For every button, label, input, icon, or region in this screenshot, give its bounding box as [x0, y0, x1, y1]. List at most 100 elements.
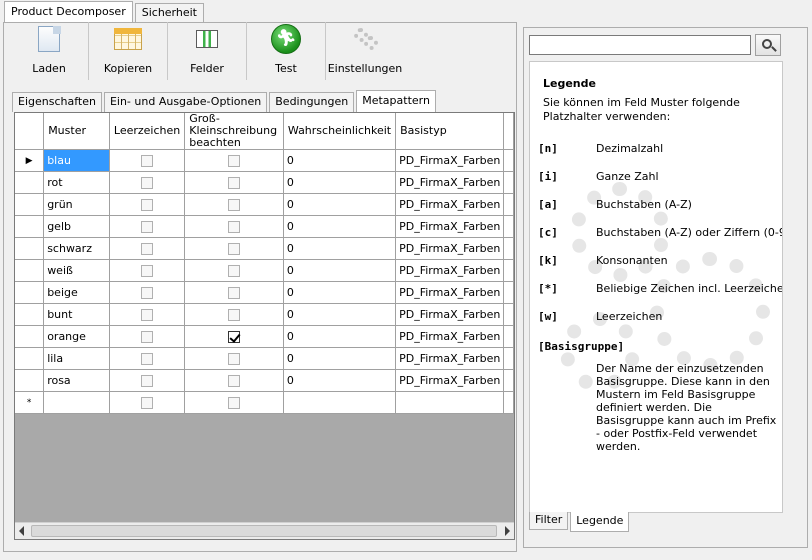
cell-gross-klein[interactable] [184, 369, 284, 392]
cell-basistyp[interactable]: PD_FirmaX_Farben [395, 193, 505, 216]
cell-basistyp[interactable]: PD_FirmaX_Farben [395, 369, 505, 392]
column-header-muster[interactable]: Muster [43, 113, 110, 150]
cell-extra[interactable] [503, 281, 514, 304]
table-row[interactable]: weiß 0 PD_FirmaX_Farben [15, 259, 514, 282]
leerzeichen-checkbox[interactable] [141, 243, 154, 255]
cell-basistyp[interactable]: PD_FirmaX_Farben [395, 303, 505, 326]
column-header-extra[interactable] [503, 113, 514, 150]
cell-leerzeichen[interactable] [109, 259, 186, 282]
cell-extra[interactable] [503, 259, 514, 282]
gross-klein-checkbox[interactable] [228, 155, 241, 167]
cell-wahrscheinlichkeit[interactable]: 0 [283, 325, 397, 348]
cell-extra[interactable] [503, 303, 514, 326]
cell-basistyp[interactable]: PD_FirmaX_Farben [395, 149, 505, 172]
leerzeichen-checkbox[interactable] [141, 265, 154, 277]
table-row[interactable]: bunt 0 PD_FirmaX_Farben [15, 303, 514, 326]
row-header[interactable] [15, 259, 45, 282]
cell-leerzeichen[interactable] [109, 149, 186, 172]
cell-gross-klein[interactable] [184, 391, 284, 414]
cell-muster[interactable]: grün [43, 193, 110, 216]
cell-gross-klein[interactable] [184, 281, 284, 304]
column-header-basistyp[interactable]: Basistyp [395, 113, 505, 150]
gross-klein-checkbox[interactable] [228, 309, 241, 321]
leerzeichen-checkbox[interactable] [141, 155, 154, 167]
cell-gross-klein[interactable] [184, 215, 284, 238]
cell-leerzeichen[interactable] [109, 325, 186, 348]
cell-basistyp[interactable]: PD_FirmaX_Farben [395, 325, 505, 348]
row-header[interactable] [15, 215, 45, 238]
row-header[interactable] [15, 193, 45, 216]
gross-klein-checkbox[interactable] [228, 265, 241, 277]
row-header[interactable] [15, 325, 45, 348]
table-row[interactable]: ▶ blau 0 PD_FirmaX_Farben [15, 149, 514, 172]
cell-leerzeichen[interactable] [109, 237, 186, 260]
cell-muster[interactable]: orange [43, 325, 110, 348]
cell-wahrscheinlichkeit[interactable]: 0 [283, 347, 397, 370]
cell-muster[interactable]: weiß [43, 259, 110, 282]
cell-wahrscheinlichkeit[interactable] [283, 391, 397, 414]
cell-wahrscheinlichkeit[interactable]: 0 [283, 259, 397, 282]
cell-leerzeichen[interactable] [109, 215, 186, 238]
search-button[interactable] [755, 34, 781, 56]
table-row[interactable]: beige 0 PD_FirmaX_Farben [15, 281, 514, 304]
laden-button[interactable]: Laden [10, 20, 88, 92]
cell-leerzeichen[interactable] [109, 171, 186, 194]
cell-gross-klein[interactable] [184, 237, 284, 260]
cell-extra[interactable] [503, 391, 514, 414]
row-header[interactable] [15, 281, 45, 304]
cell-basistyp[interactable]: PD_FirmaX_Farben [395, 215, 505, 238]
leerzeichen-checkbox[interactable] [141, 397, 154, 409]
gross-klein-checkbox[interactable] [228, 375, 241, 387]
gross-klein-checkbox[interactable] [228, 287, 241, 299]
row-header[interactable] [15, 171, 45, 194]
scroll-thumb[interactable] [31, 525, 497, 537]
new-row-marker[interactable]: * [15, 391, 45, 414]
leerzeichen-checkbox[interactable] [141, 221, 154, 233]
gross-klein-checkbox[interactable] [228, 177, 241, 189]
cell-leerzeichen[interactable] [109, 303, 186, 326]
cell-basistyp[interactable]: PD_FirmaX_Farben [395, 347, 505, 370]
cell-basistyp[interactable]: PD_FirmaX_Farben [395, 281, 505, 304]
cell-wahrscheinlichkeit[interactable]: 0 [283, 281, 397, 304]
cell-wahrscheinlichkeit[interactable]: 0 [283, 303, 397, 326]
cell-extra[interactable] [503, 369, 514, 392]
cell-basistyp[interactable] [395, 391, 505, 414]
cell-gross-klein[interactable] [184, 149, 284, 172]
tab-bedingungen[interactable]: Bedingungen [269, 92, 355, 112]
row-header[interactable] [15, 237, 45, 260]
felder-button[interactable]: Felder [168, 20, 246, 92]
test-button[interactable]: 🏃︎ Test [247, 20, 325, 92]
tab-ein-ausgabe-optionen[interactable]: Ein- und Ausgabe-Optionen [103, 92, 268, 112]
leerzeichen-checkbox[interactable] [141, 375, 154, 387]
metapattern-grid[interactable]: Muster Leerzeichen Groß-Kleinschreibung … [14, 112, 515, 540]
leerzeichen-checkbox[interactable] [141, 353, 154, 365]
row-header[interactable] [15, 303, 45, 326]
cell-leerzeichen[interactable] [109, 369, 186, 392]
gross-klein-checkbox[interactable] [228, 397, 241, 409]
table-row[interactable]: grün 0 PD_FirmaX_Farben [15, 193, 514, 216]
leerzeichen-checkbox[interactable] [141, 287, 154, 299]
gross-klein-checkbox[interactable] [228, 331, 241, 343]
cell-gross-klein[interactable] [184, 193, 284, 216]
new-table-row[interactable]: * [15, 391, 514, 414]
kopieren-button[interactable]: Kopieren [89, 20, 167, 92]
cell-wahrscheinlichkeit[interactable]: 0 [283, 171, 397, 194]
table-row[interactable]: rot 0 PD_FirmaX_Farben [15, 171, 514, 194]
cell-extra[interactable] [503, 325, 514, 348]
column-header-leerzeichen[interactable]: Leerzeichen [109, 113, 186, 150]
tab-metapattern[interactable]: Metapattern [356, 90, 436, 112]
cell-extra[interactable] [503, 347, 514, 370]
cell-muster[interactable]: beige [43, 281, 110, 304]
tab-eigenschaften[interactable]: Eigenschaften [12, 92, 102, 112]
table-row[interactable]: rosa 0 PD_FirmaX_Farben [15, 369, 514, 392]
cell-wahrscheinlichkeit[interactable]: 0 [283, 237, 397, 260]
cell-muster[interactable]: gelb [43, 215, 110, 238]
cell-leerzeichen[interactable] [109, 347, 186, 370]
scroll-left-icon[interactable] [19, 526, 24, 536]
table-row[interactable]: schwarz 0 PD_FirmaX_Farben [15, 237, 514, 260]
leerzeichen-checkbox[interactable] [141, 177, 154, 189]
cell-wahrscheinlichkeit[interactable]: 0 [283, 149, 397, 172]
cell-basistyp[interactable]: PD_FirmaX_Farben [395, 237, 505, 260]
cell-muster[interactable]: schwarz [43, 237, 110, 260]
cell-gross-klein[interactable] [184, 259, 284, 282]
